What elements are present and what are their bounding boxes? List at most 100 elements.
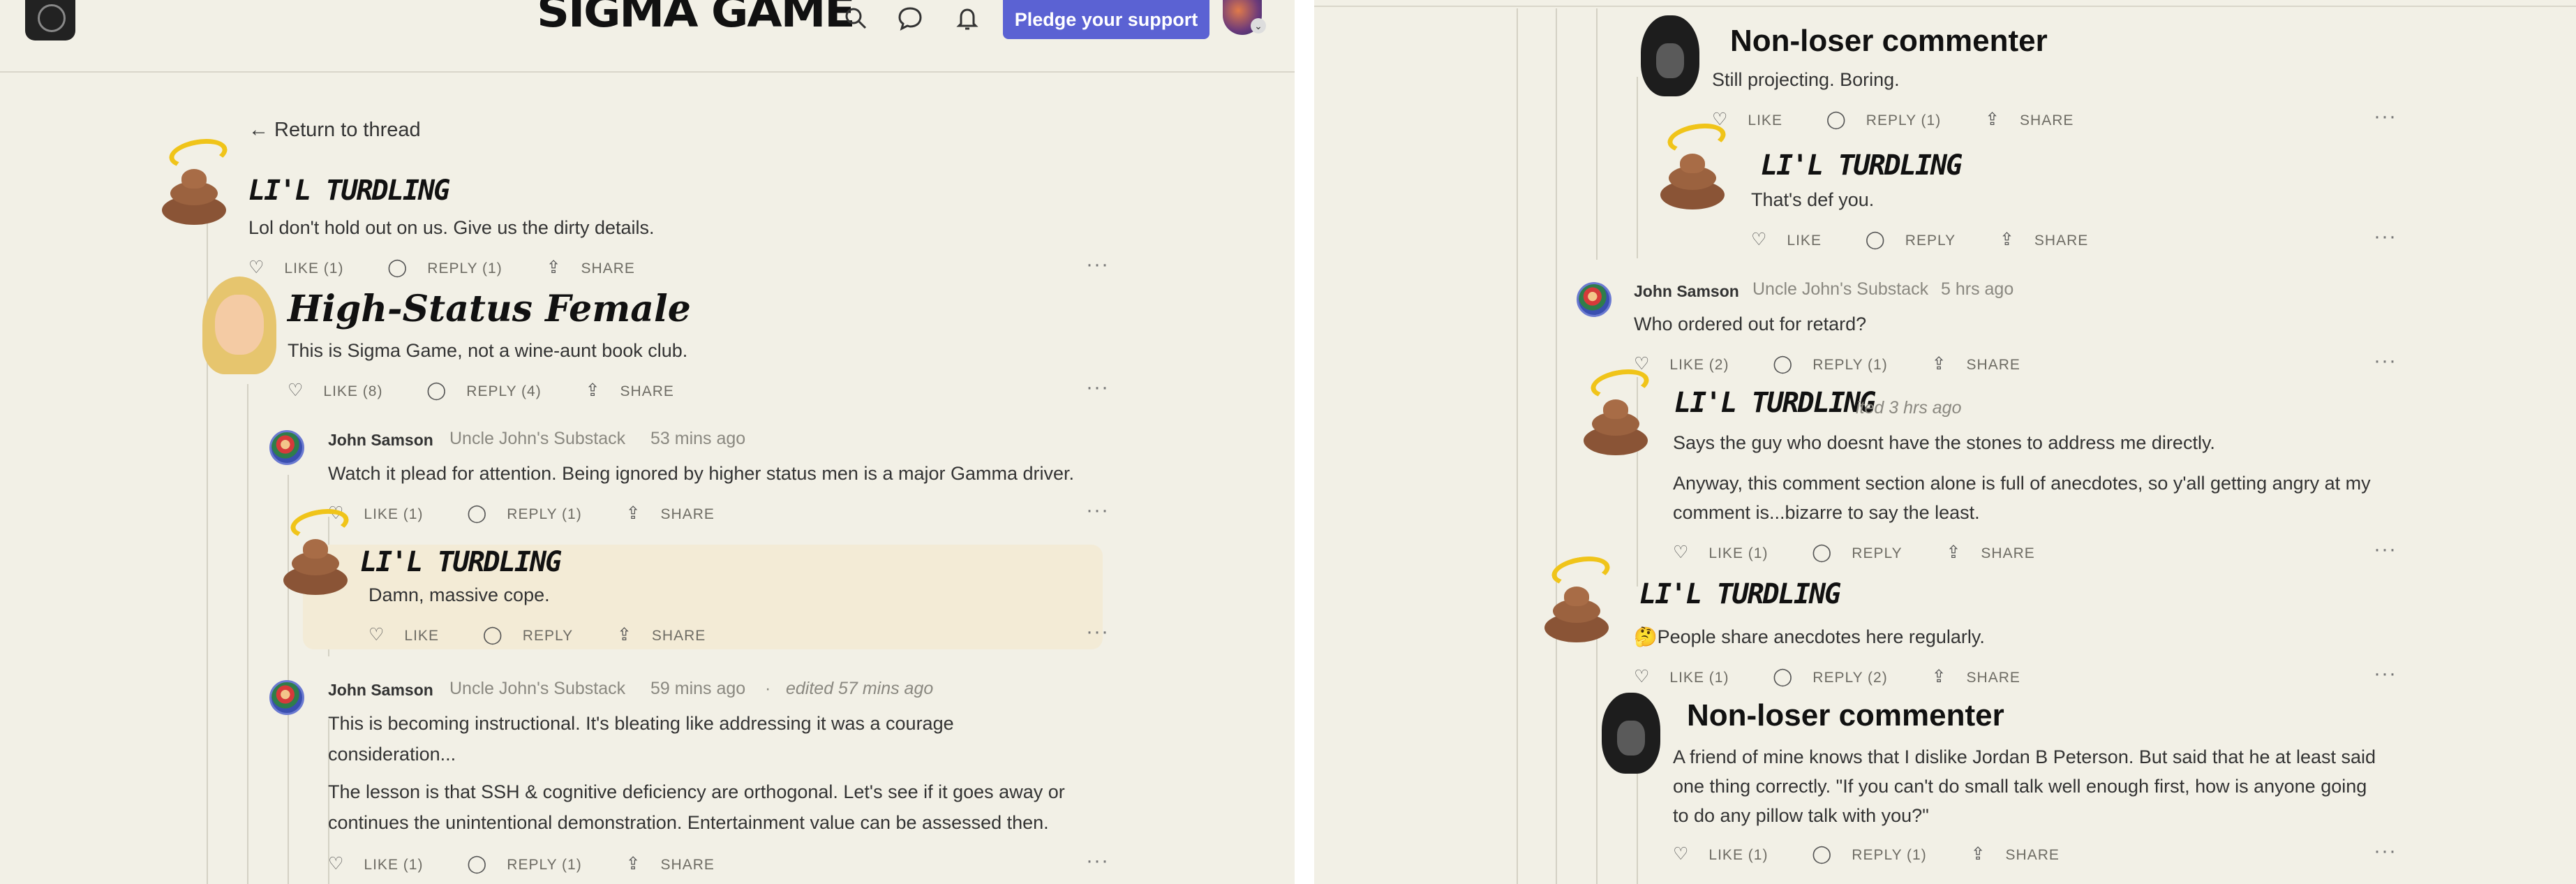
timestamp[interactable]: 53 mins ago (650, 429, 745, 449)
thread-line (247, 384, 248, 884)
share-button[interactable]: ⇪ SHARE (1932, 667, 2040, 686)
publication-name[interactable]: Uncle John's Substack (449, 429, 625, 449)
comment-body: Still projecting. Boring. (1712, 69, 1900, 90)
share-icon: ⇪ (1985, 110, 2001, 129)
search-icon[interactable] (843, 6, 868, 31)
bell-icon[interactable] (955, 6, 980, 31)
comment-body-line: Says the guy who doesnt have the stones … (1673, 432, 2215, 453)
publication-name[interactable]: Uncle John's Substack (1752, 279, 1928, 300)
site-brand[interactable]: SIGMA GAME (537, 0, 856, 37)
more-options-icon[interactable]: ··· (1086, 376, 1109, 399)
like-button[interactable]: ♡ LIKE (1) (1673, 844, 1787, 864)
more-options-icon[interactable]: ··· (2374, 105, 2397, 128)
more-options-icon[interactable]: ··· (1086, 499, 1109, 522)
left-screenshot-panel: SIGMA GAME Pledge your support ⌄ ← Retur… (0, 0, 1295, 884)
reply-button[interactable]: ◯ REPLY (2) (1773, 667, 1907, 686)
commenter-name[interactable]: LI'L TURDLING (1639, 578, 1841, 610)
avatar[interactable] (269, 680, 304, 715)
avatar[interactable] (1578, 365, 1655, 455)
like-button[interactable]: ♡ LIKE (1751, 230, 1841, 249)
commenter-name[interactable]: Non-loser commenter (1687, 698, 2004, 733)
thread-line (1556, 8, 1557, 884)
commenter-name[interactable]: LI'L TURDLING (248, 175, 450, 207)
more-options-icon[interactable]: ··· (2374, 538, 2397, 561)
share-button[interactable]: ⇪ SHARE (546, 258, 655, 277)
reply-button[interactable]: ◯ REPLY (1812, 543, 1921, 562)
more-options-icon[interactable]: ··· (2374, 839, 2397, 863)
more-options-icon[interactable]: ··· (1086, 849, 1109, 873)
commenter-name[interactable]: John Samson (328, 431, 433, 450)
like-button[interactable]: ♡ LIKE (1) (248, 258, 363, 277)
more-options-icon[interactable]: ··· (1086, 620, 1109, 644)
commenter-name[interactable]: LI'L TURDLING (360, 546, 562, 578)
reply-icon: ◯ (1812, 844, 1833, 864)
chevron-down-icon[interactable]: ⌄ (1251, 18, 1266, 34)
reply-icon: ◯ (1773, 667, 1794, 686)
share-button[interactable]: ⇪ SHARE (2000, 230, 2108, 249)
reply-icon: ◯ (467, 854, 488, 874)
more-options-icon[interactable]: ··· (2374, 662, 2397, 686)
header-edge (1314, 0, 2576, 7)
reply-button[interactable]: ◯ REPLY (1) (1773, 354, 1907, 374)
share-button[interactable]: ⇪ SHARE (1970, 844, 2079, 864)
reply-icon: ◯ (1865, 230, 1886, 249)
timestamp[interactable]: 59 mins ago (650, 679, 745, 699)
like-button[interactable]: ♡ LIKE (1) (1634, 667, 1748, 686)
avatar[interactable] (1655, 119, 1732, 209)
reply-button[interactable]: ◯ REPLY (1) (467, 503, 601, 523)
comment-body: Watch it plead for attention. Being igno… (328, 463, 1075, 484)
commenter-name[interactable]: Non-loser commenter (1730, 24, 2048, 59)
chat-icon[interactable] (898, 6, 923, 31)
commenter-name[interactable]: John Samson (1634, 282, 1739, 301)
more-options-icon[interactable]: ··· (1086, 253, 1109, 277)
share-button[interactable]: ⇪ SHARE (617, 625, 725, 644)
avatar[interactable] (156, 135, 233, 225)
avatar[interactable] (1635, 15, 1702, 99)
reply-button[interactable]: ◯ REPLY (1) (387, 258, 521, 277)
avatar[interactable] (1539, 552, 1616, 642)
avatar[interactable] (202, 277, 276, 374)
comment-body: Damn, massive cope. (368, 584, 550, 605)
share-button[interactable]: ⇪ SHARE (586, 381, 694, 400)
reply-button[interactable]: ◯ REPLY (1) (467, 854, 601, 874)
timestamp[interactable]: 5 hrs ago (1941, 279, 2013, 300)
like-button[interactable]: ♡ LIKE (368, 625, 459, 644)
thread-line (1637, 768, 1638, 884)
commenter-name[interactable]: LI'L TURDLING (1674, 387, 1876, 419)
avatar[interactable] (1596, 693, 1663, 776)
publication-logo[interactable] (25, 0, 75, 40)
share-icon: ⇪ (1970, 844, 1986, 864)
more-options-icon[interactable]: ··· (2374, 225, 2397, 249)
commenter-name[interactable]: LI'L TURDLING (1761, 149, 1963, 182)
user-avatar[interactable]: ⌄ (1223, 0, 1266, 35)
share-button[interactable]: ⇪ SHARE (1946, 543, 2054, 562)
heart-icon: ♡ (248, 258, 265, 277)
reply-button[interactable]: ◯ REPLY (483, 625, 593, 644)
heart-icon: ♡ (368, 625, 385, 644)
reply-button[interactable]: ◯ REPLY (4) (426, 381, 560, 400)
heart-icon: ♡ (1673, 543, 1690, 562)
pledge-button[interactable]: Pledge your support (1003, 0, 1209, 39)
reply-button[interactable]: ◯ REPLY (1866, 230, 1975, 249)
share-button[interactable]: ⇪ SHARE (1985, 110, 2093, 129)
like-button[interactable]: ♡ LIKE (1) (1673, 543, 1787, 562)
avatar[interactable] (269, 430, 304, 465)
share-button[interactable]: ⇪ SHARE (1932, 354, 2040, 374)
share-icon: ⇪ (1931, 354, 1947, 374)
comment-body-line: The lesson is that SSH & cognitive defic… (328, 781, 1065, 802)
thread-line (1637, 77, 1638, 258)
share-button[interactable]: ⇪ SHARE (626, 503, 734, 523)
reply-button[interactable]: ◯ REPLY (1) (1812, 844, 1946, 864)
publication-name[interactable]: Uncle John's Substack (449, 679, 625, 699)
commenter-name[interactable]: John Samson (328, 681, 433, 700)
return-to-thread-link[interactable]: ← Return to thread (248, 119, 421, 142)
share-button[interactable]: ⇪ SHARE (626, 854, 734, 874)
avatar[interactable] (1577, 282, 1611, 317)
like-button[interactable]: ♡ LIKE (8) (288, 381, 402, 400)
avatar[interactable] (278, 505, 355, 595)
more-options-icon[interactable]: ··· (2374, 349, 2397, 373)
commenter-name[interactable]: High-Status Female (288, 288, 691, 330)
like-button[interactable]: ♡ LIKE (1) (328, 854, 442, 874)
share-icon: ⇪ (625, 854, 641, 874)
reply-button[interactable]: ◯ REPLY (1) (1826, 110, 1960, 129)
